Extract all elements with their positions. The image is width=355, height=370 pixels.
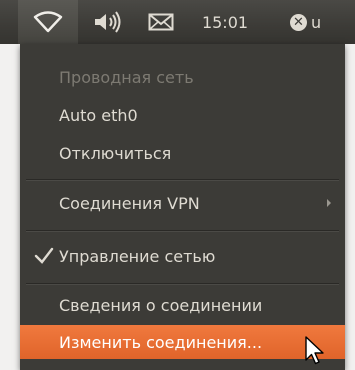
speaker-volume-icon — [95, 11, 121, 33]
menu-item-label: Отключиться — [59, 143, 172, 163]
messaging-indicator-button[interactable] — [146, 0, 176, 44]
submenu-arrow-icon — [327, 199, 331, 207]
user-indicator-button[interactable]: ✕ u — [290, 0, 355, 44]
clock-indicator[interactable]: 15:01 — [196, 0, 254, 44]
network-indicator-button[interactable] — [18, 0, 78, 44]
menu-item-label: Проводная сеть — [59, 67, 194, 87]
menu-item-wired-network-header: Проводная сеть — [20, 60, 345, 94]
user-name-partial: u — [311, 12, 322, 32]
menu-item-manage-network[interactable]: Управление сетью — [20, 239, 345, 273]
menu-separator — [26, 230, 339, 232]
sound-indicator-button[interactable] — [90, 0, 126, 44]
menu-separator — [26, 283, 339, 285]
mail-envelope-icon — [148, 13, 174, 31]
menu-item-vpn-connections[interactable]: Соединения VPN — [20, 186, 345, 220]
menu-item-auto-eth0[interactable]: Auto eth0 — [20, 98, 345, 132]
menu-item-disconnect[interactable]: Отключиться — [20, 136, 345, 170]
menu-item-label: Auto eth0 — [59, 105, 138, 125]
menu-item-label: Управление сетью — [59, 246, 216, 266]
top-panel: 15:01 ✕ u — [0, 0, 355, 44]
mouse-pointer-icon — [305, 336, 324, 365]
checkmark-icon — [34, 247, 54, 264]
menu-separator — [26, 179, 339, 181]
user-status-icon: ✕ — [290, 13, 307, 31]
clock-text: 15:01 — [201, 12, 249, 32]
menu-item-label: Соединения VPN — [59, 193, 200, 213]
menu-item-label: Изменить соединения... — [59, 332, 263, 352]
network-menu: Проводная сеть Auto eth0 Отключиться Сое… — [20, 44, 345, 370]
menu-item-edit-connections[interactable]: Изменить соединения... — [20, 325, 345, 359]
menu-item-label: Сведения о соединении — [59, 295, 263, 315]
menu-item-connection-info[interactable]: Сведения о соединении — [20, 288, 345, 322]
network-wireless-icon — [33, 11, 63, 33]
